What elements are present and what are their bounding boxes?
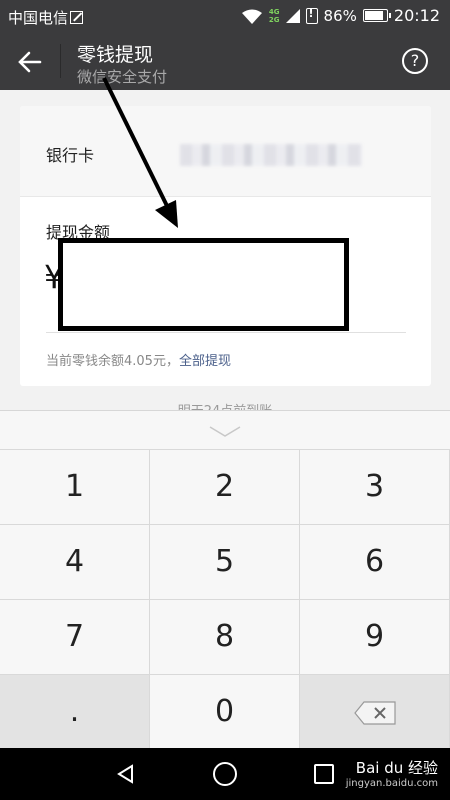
backspace-key[interactable]	[300, 674, 450, 749]
amount-input[interactable]	[58, 238, 349, 331]
key-5[interactable]: 5	[150, 524, 300, 599]
help-icon[interactable]: ?	[402, 48, 428, 74]
network-2g: 2G	[268, 15, 280, 24]
key-8[interactable]: 8	[150, 599, 300, 674]
header-divider	[60, 44, 61, 78]
key-1[interactable]: 1	[0, 449, 150, 524]
backspace-icon	[353, 700, 396, 725]
balance-info: 当前零钱余额4.05元，全部提现	[46, 350, 231, 369]
bank-card-number-blurred	[180, 144, 362, 166]
key-4[interactable]: 4	[0, 524, 150, 599]
watermark: Bai du 经验 jingyan.baidu.com	[346, 760, 438, 792]
notification-icon	[305, 7, 318, 24]
carrier: 中国电信	[8, 7, 84, 28]
battery-fill	[364, 11, 383, 20]
wifi-icon	[241, 9, 262, 24]
battery-icon	[362, 9, 391, 22]
bank-card-row[interactable]: 银行卡	[20, 106, 431, 197]
watermark-brand: Bai du 经验	[355, 759, 438, 777]
carrier-name: 中国电信	[8, 9, 69, 27]
battery-percent: 86%	[323, 6, 357, 25]
status-icons: 4G 2G 86% 20:12	[241, 6, 440, 25]
key-3[interactable]: 3	[300, 449, 450, 524]
numeric-keypad: 1 2 3 4 5 6 7 8 9 . 0	[0, 410, 450, 749]
clock: 20:12	[393, 6, 440, 25]
page-title: 零钱提现	[77, 44, 154, 66]
key-9[interactable]: 9	[300, 599, 450, 674]
app-header: 零钱提现 微信安全支付 ?	[0, 32, 450, 90]
key-6[interactable]: 6	[300, 524, 450, 599]
watermark-url: jingyan.baidu.com	[345, 778, 438, 789]
nav-recent-icon[interactable]	[314, 764, 334, 784]
signal-icon	[285, 8, 300, 23]
collapse-keyboard-icon[interactable]	[0, 411, 450, 449]
balance-text: 当前零钱余额4.05元，	[46, 354, 179, 369]
key-decimal[interactable]: .	[0, 674, 150, 749]
page-subtitle: 微信安全支付	[77, 68, 168, 86]
nav-back-icon[interactable]	[116, 764, 136, 784]
amount-input-underline	[46, 332, 406, 333]
back-arrow-icon[interactable]	[14, 46, 46, 78]
no-sim-icon	[70, 11, 84, 24]
arrival-hint: 明天24点前到账	[0, 400, 450, 410]
key-2[interactable]: 2	[150, 449, 300, 524]
network-4g: 4G	[268, 7, 280, 16]
network-type-icon: 4G 2G	[269, 8, 280, 24]
key-0[interactable]: 0	[150, 674, 300, 749]
nav-home-icon[interactable]	[213, 762, 237, 786]
system-nav-bar: Bai du 经验 jingyan.baidu.com	[0, 748, 450, 800]
status-bar: 中国电信 4G 2G 86% 20:12	[0, 0, 450, 32]
withdraw-all-link[interactable]: 全部提现	[179, 354, 231, 369]
bank-card-label: 银行卡	[46, 146, 95, 165]
key-7[interactable]: 7	[0, 599, 150, 674]
